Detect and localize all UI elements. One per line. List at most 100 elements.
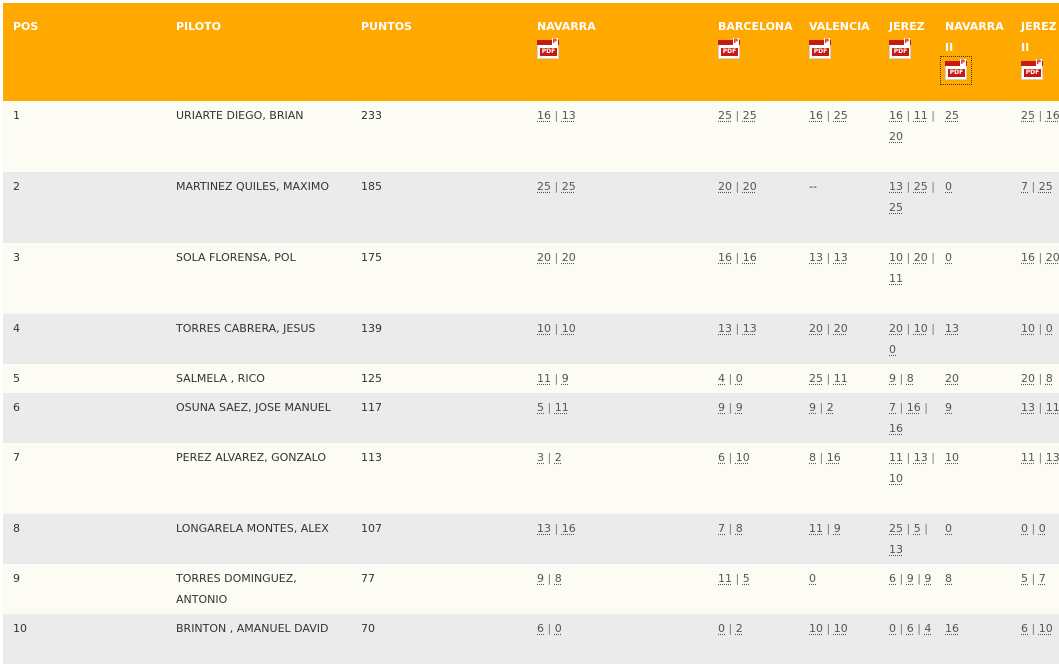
result-link[interactable]: 10 bbox=[889, 472, 903, 485]
result-link[interactable]: 6 bbox=[889, 572, 896, 585]
result-link[interactable]: 0 bbox=[736, 372, 743, 385]
result-link[interactable]: 16 bbox=[718, 251, 732, 264]
result-link[interactable]: 0 bbox=[945, 180, 952, 193]
result-link[interactable]: 16 bbox=[889, 109, 903, 122]
result-link[interactable]: 0 bbox=[555, 622, 562, 635]
result-link[interactable]: 25 bbox=[945, 109, 959, 122]
result-link[interactable]: 16 bbox=[743, 251, 757, 264]
result-link[interactable]: 25 bbox=[562, 180, 576, 193]
result-link[interactable]: 25 bbox=[537, 180, 551, 193]
result-link[interactable]: 25 bbox=[1021, 109, 1035, 122]
result-link[interactable]: 20 bbox=[889, 322, 903, 335]
result-link[interactable]: 3 bbox=[537, 451, 544, 464]
result-link[interactable]: 16 bbox=[562, 522, 576, 535]
result-link[interactable]: 2 bbox=[555, 451, 562, 464]
result-link[interactable]: 25 bbox=[809, 372, 823, 385]
result-link[interactable]: 10 bbox=[834, 622, 848, 635]
result-link[interactable]: 10 bbox=[945, 451, 959, 464]
result-link[interactable]: 13 bbox=[889, 543, 903, 556]
result-link[interactable]: 25 bbox=[1039, 180, 1053, 193]
result-link[interactable]: 13 bbox=[914, 451, 928, 464]
result-link[interactable]: 6 bbox=[1021, 622, 1028, 635]
result-link[interactable]: 9 bbox=[889, 372, 896, 385]
result-link[interactable]: 13 bbox=[809, 251, 823, 264]
pdf-icon[interactable]: P PDF bbox=[940, 56, 972, 85]
result-link[interactable]: 9 bbox=[907, 572, 914, 585]
result-link[interactable]: 13 bbox=[537, 522, 551, 535]
result-link[interactable]: 7 bbox=[1039, 572, 1046, 585]
result-link[interactable]: 25 bbox=[743, 109, 757, 122]
result-link[interactable]: 11 bbox=[1021, 451, 1035, 464]
result-link[interactable]: 16 bbox=[809, 109, 823, 122]
result-link[interactable]: 20 bbox=[945, 372, 959, 385]
result-link[interactable]: 6 bbox=[537, 622, 544, 635]
result-link[interactable]: 7 bbox=[718, 522, 725, 535]
result-link[interactable]: 0 bbox=[718, 622, 725, 635]
result-link[interactable]: 13 bbox=[718, 322, 732, 335]
result-link[interactable]: 11 bbox=[809, 522, 823, 535]
result-link[interactable]: 5 bbox=[1021, 572, 1028, 585]
result-link[interactable]: 2 bbox=[827, 401, 834, 414]
result-link[interactable]: 11 bbox=[834, 372, 848, 385]
result-link[interactable]: 5 bbox=[914, 522, 921, 535]
result-link[interactable]: 11 bbox=[889, 451, 903, 464]
result-link[interactable]: 20 bbox=[743, 180, 757, 193]
result-link[interactable]: 8 bbox=[1046, 372, 1053, 385]
result-link[interactable]: 20 bbox=[914, 251, 928, 264]
result-link[interactable]: 5 bbox=[537, 401, 544, 414]
result-link[interactable]: 10 bbox=[1039, 622, 1053, 635]
result-link[interactable]: 7 bbox=[1021, 180, 1028, 193]
result-link[interactable]: 0 bbox=[1021, 522, 1028, 535]
result-link[interactable]: 8 bbox=[809, 451, 816, 464]
result-link[interactable]: 0 bbox=[945, 251, 952, 264]
result-link[interactable]: 16 bbox=[827, 451, 841, 464]
result-link[interactable]: 8 bbox=[945, 572, 952, 585]
pdf-icon[interactable]: P PDF bbox=[537, 38, 559, 59]
result-link[interactable]: 20 bbox=[537, 251, 551, 264]
result-link[interactable]: 20 bbox=[562, 251, 576, 264]
result-link[interactable]: 16 bbox=[889, 422, 903, 435]
result-link[interactable]: 11 bbox=[889, 272, 903, 285]
result-link[interactable]: 0 bbox=[889, 622, 896, 635]
result-link[interactable]: 0 bbox=[1046, 322, 1053, 335]
result-link[interactable]: 5 bbox=[743, 572, 750, 585]
result-link[interactable]: 25 bbox=[834, 109, 848, 122]
result-link[interactable]: 13 bbox=[562, 109, 576, 122]
result-link[interactable]: 0 bbox=[889, 343, 896, 356]
result-link[interactable]: 10 bbox=[736, 451, 750, 464]
result-link[interactable]: 9 bbox=[562, 372, 569, 385]
pdf-icon[interactable]: P PDF bbox=[718, 38, 740, 59]
result-link[interactable]: 20 bbox=[718, 180, 732, 193]
result-link[interactable]: 16 bbox=[945, 622, 959, 635]
result-link[interactable]: 7 bbox=[889, 401, 896, 414]
result-link[interactable]: 9 bbox=[834, 522, 841, 535]
result-link[interactable]: 4 bbox=[718, 372, 725, 385]
result-link[interactable]: 16 bbox=[1046, 109, 1059, 122]
result-link[interactable]: 11 bbox=[537, 372, 551, 385]
result-link[interactable]: 2 bbox=[736, 622, 743, 635]
result-link[interactable]: 25 bbox=[718, 109, 732, 122]
result-link[interactable]: 9 bbox=[537, 572, 544, 585]
result-link[interactable]: 11 bbox=[718, 572, 732, 585]
result-link[interactable]: 8 bbox=[736, 522, 743, 535]
result-link[interactable]: 8 bbox=[555, 572, 562, 585]
pdf-icon[interactable]: P PDF bbox=[809, 38, 831, 59]
result-link[interactable]: 25 bbox=[914, 180, 928, 193]
result-link[interactable]: 9 bbox=[809, 401, 816, 414]
result-link[interactable]: 9 bbox=[924, 572, 931, 585]
result-link[interactable]: 16 bbox=[1021, 251, 1035, 264]
result-link[interactable]: 25 bbox=[889, 201, 903, 214]
result-link[interactable]: 13 bbox=[1046, 451, 1059, 464]
result-link[interactable]: 0 bbox=[945, 522, 952, 535]
result-link[interactable]: 20 bbox=[889, 130, 903, 143]
pdf-icon[interactable]: P PDF bbox=[1021, 59, 1043, 80]
result-link[interactable]: 20 bbox=[834, 322, 848, 335]
result-link[interactable]: 0 bbox=[1039, 522, 1046, 535]
result-link[interactable]: 10 bbox=[1021, 322, 1035, 335]
result-link[interactable]: 13 bbox=[945, 322, 959, 335]
result-link[interactable]: 10 bbox=[562, 322, 576, 335]
result-link[interactable]: 6 bbox=[907, 622, 914, 635]
result-link[interactable]: 13 bbox=[889, 180, 903, 193]
result-link[interactable]: 11 bbox=[1046, 401, 1059, 414]
result-link[interactable]: 10 bbox=[537, 322, 551, 335]
